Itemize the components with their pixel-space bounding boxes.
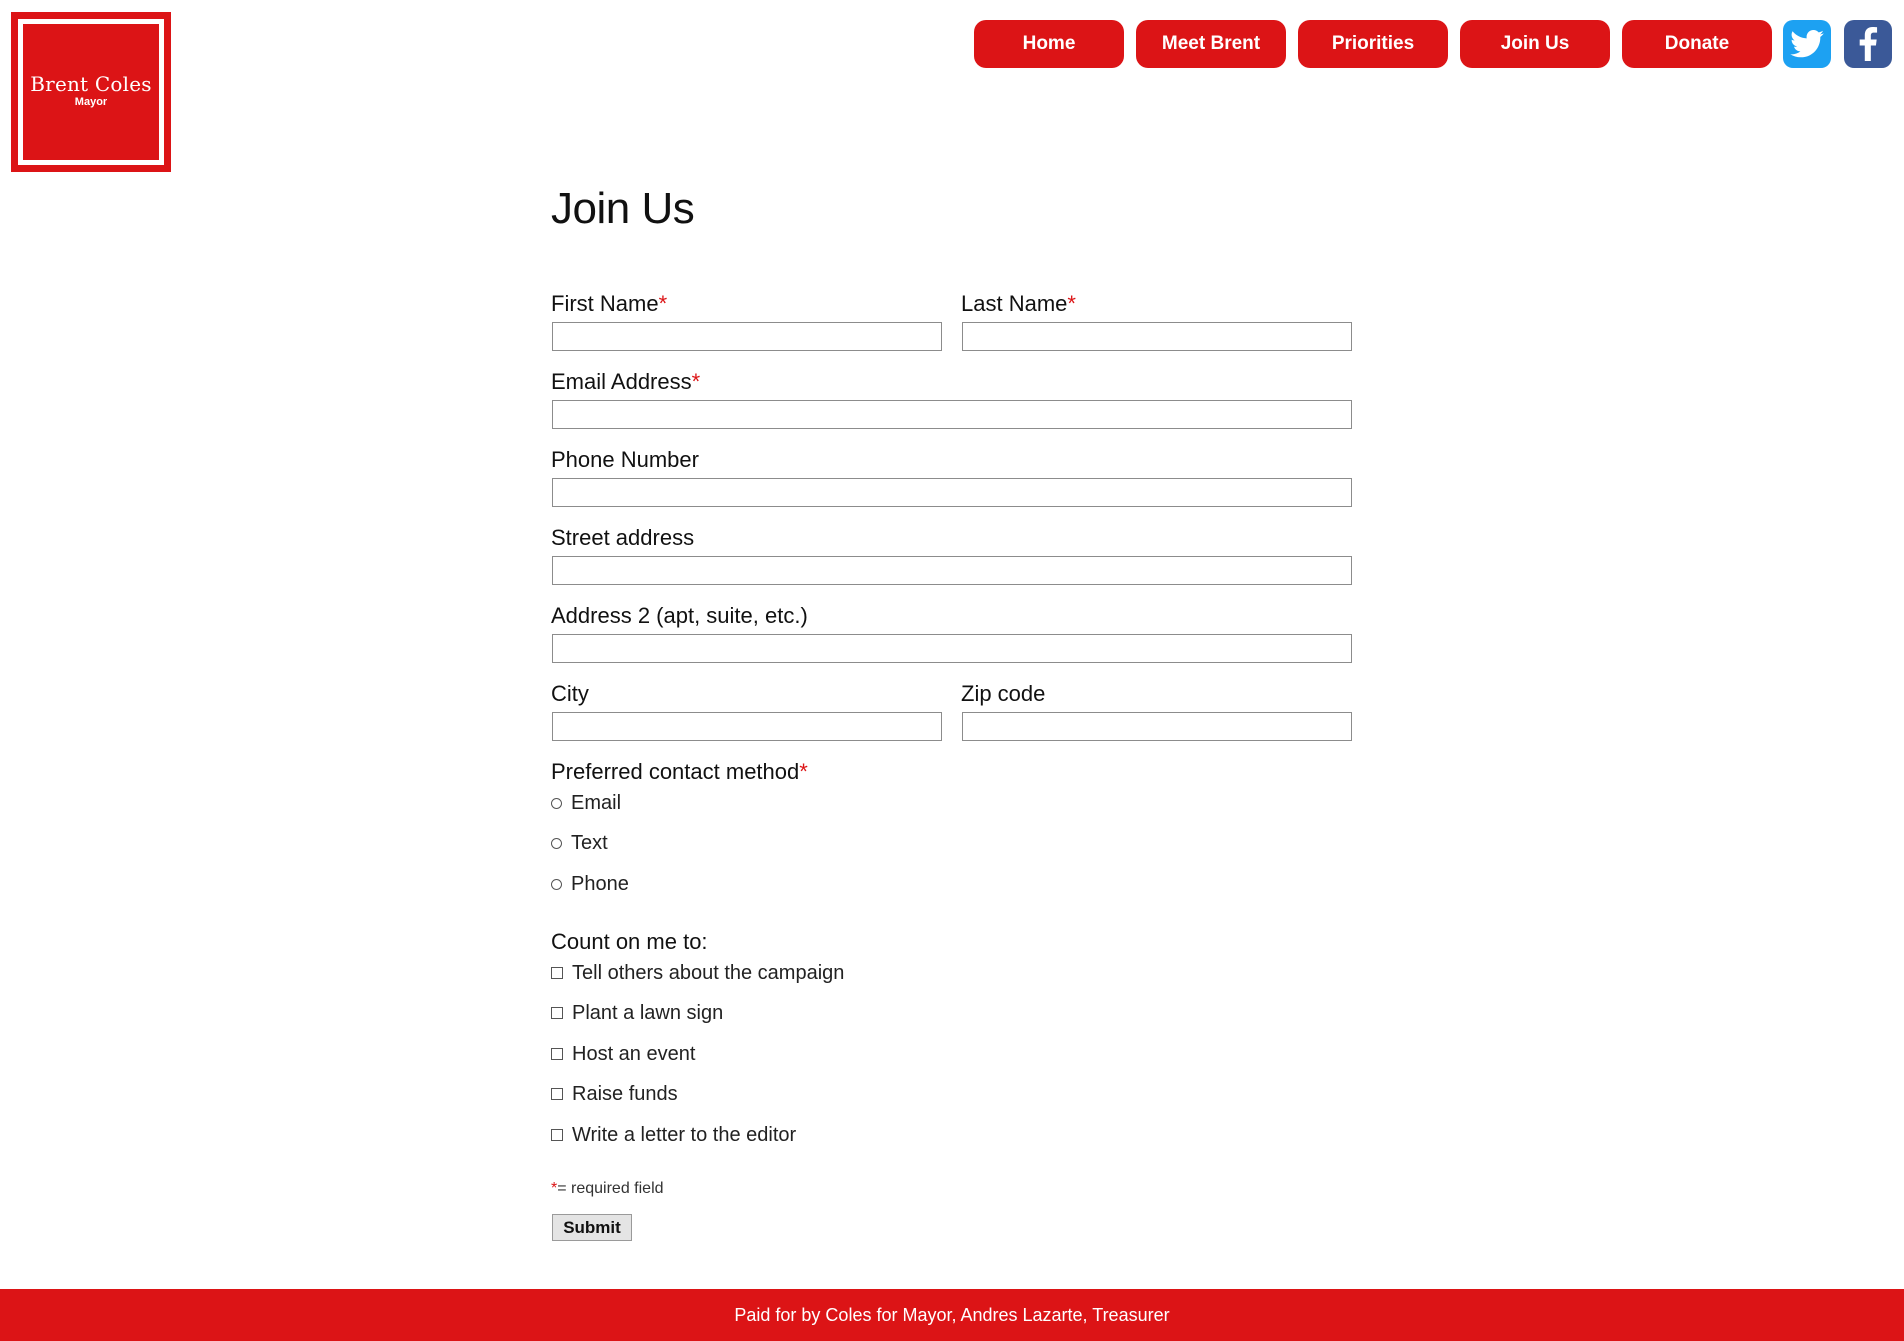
- email-label: Email Address*: [551, 369, 701, 394]
- checkbox[interactable]: [551, 967, 563, 979]
- address2-input[interactable]: [552, 634, 1352, 663]
- zip-input[interactable]: [962, 712, 1352, 741]
- campaign-logo[interactable]: Brent Coles Mayor: [11, 12, 171, 172]
- checkbox[interactable]: [551, 1048, 563, 1060]
- required-marker: *: [1067, 291, 1076, 316]
- checkbox[interactable]: [551, 1129, 563, 1141]
- count-on-me-label: Count on me to:: [551, 929, 708, 954]
- city-label: City: [551, 681, 589, 706]
- checkbox[interactable]: [551, 1088, 563, 1100]
- submit-button[interactable]: Submit: [552, 1214, 632, 1241]
- nav-home-button[interactable]: Home: [974, 20, 1124, 68]
- contact-method-label: Preferred contact method*: [551, 759, 808, 784]
- email-input[interactable]: [552, 400, 1352, 429]
- required-marker: *: [799, 759, 808, 784]
- nav-meet-brent-button[interactable]: Meet Brent: [1136, 20, 1286, 68]
- tell-others-option[interactable]: Tell others about the campaign: [551, 960, 844, 986]
- street-address-input[interactable]: [552, 556, 1352, 585]
- last-name-label: Last Name*: [961, 291, 1076, 316]
- radio-button[interactable]: [551, 797, 562, 809]
- twitter-icon[interactable]: [1783, 20, 1831, 68]
- checkbox[interactable]: [551, 1007, 563, 1019]
- facebook-icon[interactable]: [1844, 20, 1892, 68]
- nav-join-us-button[interactable]: Join Us: [1460, 20, 1610, 68]
- host-event-option[interactable]: Host an event: [551, 1041, 695, 1067]
- letter-to-editor-option[interactable]: Write a letter to the editor: [551, 1122, 796, 1148]
- radio-button[interactable]: [551, 878, 562, 890]
- page-title: Join Us: [551, 184, 695, 233]
- footer-disclaimer: Paid for by Coles for Mayor, Andres Laza…: [0, 1289, 1904, 1341]
- radio-button[interactable]: [551, 837, 562, 849]
- first-name-label: First Name*: [551, 291, 668, 316]
- first-name-input[interactable]: [552, 322, 942, 351]
- lawn-sign-option[interactable]: Plant a lawn sign: [551, 1000, 723, 1026]
- phone-label: Phone Number: [551, 447, 699, 472]
- required-field-note: *= required field: [551, 1180, 664, 1197]
- address2-label: Address 2 (apt, suite, etc.): [551, 603, 808, 628]
- phone-input[interactable]: [552, 478, 1352, 507]
- last-name-input[interactable]: [962, 322, 1352, 351]
- contact-email-option[interactable]: Email: [551, 790, 621, 816]
- contact-phone-option[interactable]: Phone: [551, 871, 629, 897]
- required-marker: *: [658, 291, 668, 316]
- zip-label: Zip code: [961, 681, 1046, 706]
- nav-priorities-button[interactable]: Priorities: [1298, 20, 1448, 68]
- logo-name: Brent Coles: [30, 72, 152, 96]
- logo-title: Mayor: [74, 96, 108, 108]
- nav-donate-button[interactable]: Donate: [1622, 20, 1772, 68]
- city-input[interactable]: [552, 712, 942, 741]
- contact-text-option[interactable]: Text: [551, 830, 608, 856]
- raise-funds-option[interactable]: Raise funds: [551, 1081, 678, 1107]
- street-address-label: Street address: [551, 525, 695, 550]
- required-marker: *: [691, 369, 701, 394]
